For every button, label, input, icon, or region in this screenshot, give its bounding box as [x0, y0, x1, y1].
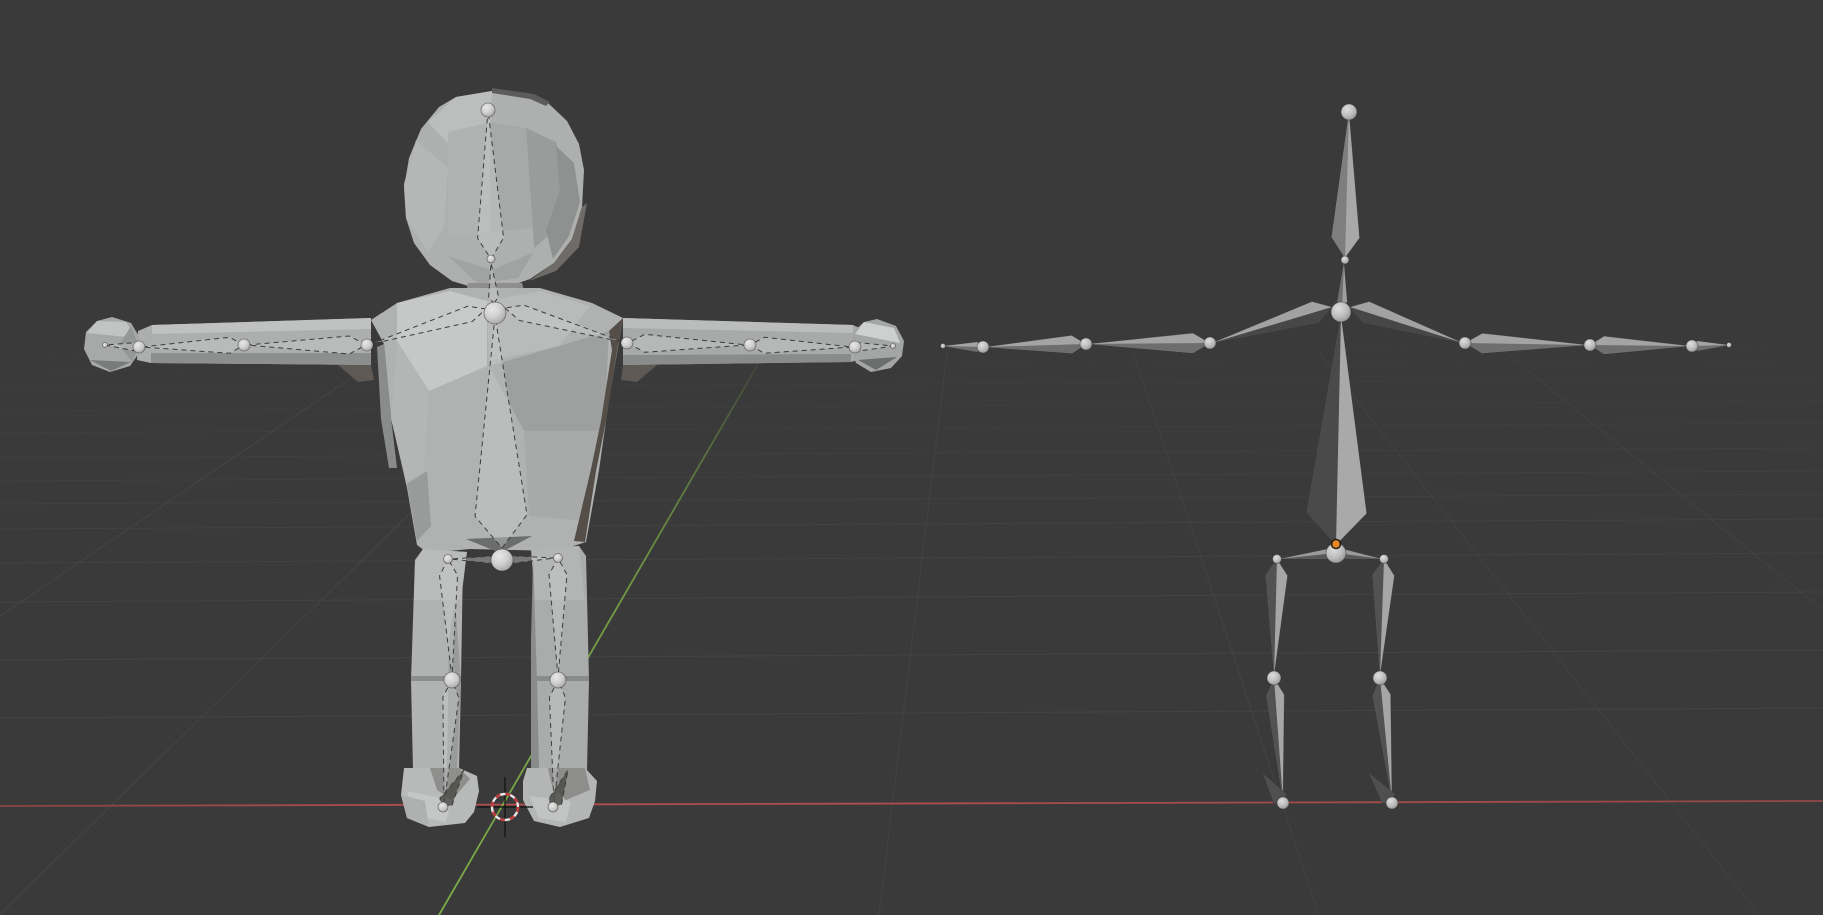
armature-origin-dot — [1332, 540, 1341, 549]
viewport-canvas[interactable] — [0, 0, 1823, 915]
blender-3d-viewport[interactable] — [0, 0, 1823, 915]
viewport-background — [0, 0, 1823, 915]
